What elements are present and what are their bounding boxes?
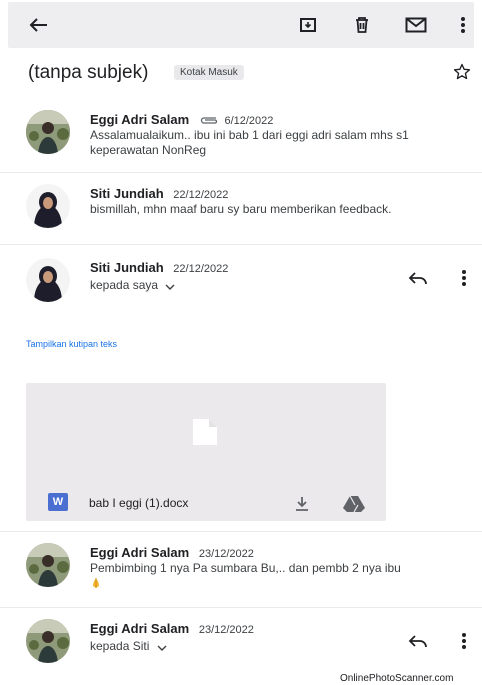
message-date: 23/12/2022 xyxy=(198,624,254,636)
sender-name: Eggi Adri Salam xyxy=(90,621,190,636)
show-quoted-text-link[interactable]: Tampilkan kutipan teks xyxy=(26,339,117,349)
thread-subject: (tanpa subjek) xyxy=(28,62,149,83)
message-expanded-header[interactable]: Eggi Adri Salam 23/12/2022 kepada Siti xyxy=(0,617,482,667)
message-expanded-header[interactable]: Siti Jundiah 22/12/2022 kepada saya xyxy=(0,254,482,304)
more-vert-icon[interactable] xyxy=(454,2,472,48)
message-collapsed[interactable]: Eggi Adri Salam 6/12/2022 Assalamualaiku… xyxy=(0,106,482,170)
mark-unread-icon[interactable] xyxy=(399,2,433,48)
message-collapsed[interactable]: Siti Jundiah 22/12/2022 bismillah, mhn m… xyxy=(0,180,482,236)
attachment-filename: bab I eggi (1).docx xyxy=(89,496,189,510)
message-date: 6/12/2022 xyxy=(224,115,274,127)
sender-name: Siti Jundiah xyxy=(90,186,164,201)
top-app-bar xyxy=(8,2,474,48)
message-snippet: Pembimbing 1 nya Pa sumbara Bu,.. dan pe… xyxy=(90,561,401,575)
recipient-details-toggle[interactable]: kepada Siti xyxy=(90,639,167,654)
sender-name: Eggi Adri Salam xyxy=(90,112,190,127)
avatar xyxy=(26,543,70,587)
delete-icon[interactable] xyxy=(347,2,377,48)
inbox-label-chip[interactable]: Kotak Masuk xyxy=(174,65,244,80)
message-snippet: bismillah, mhn maaf baru sy baru memberi… xyxy=(90,202,392,216)
chevron-down-icon xyxy=(165,279,175,293)
file-preview-icon xyxy=(191,419,219,450)
avatar xyxy=(26,184,70,228)
attachment-bar: W bab I eggi (1).docx xyxy=(26,487,386,521)
reply-icon[interactable] xyxy=(406,629,430,653)
recipient-line: kepada Siti xyxy=(90,639,150,653)
recipient-details-toggle[interactable]: kepada saya xyxy=(90,278,175,293)
reply-icon[interactable] xyxy=(406,266,430,290)
message-more-icon[interactable] xyxy=(452,629,476,653)
attachment-card[interactable]: W bab I eggi (1).docx xyxy=(26,383,386,521)
praying-hands-emoji-icon xyxy=(90,577,102,589)
message-more-icon[interactable] xyxy=(452,266,476,290)
message-date: 22/12/2022 xyxy=(173,189,229,201)
download-icon[interactable] xyxy=(290,492,314,516)
divider xyxy=(0,172,482,173)
avatar xyxy=(26,619,70,663)
message-snippet: Assalamualaikum.. ibu ini bab 1 dari egg… xyxy=(90,128,409,157)
divider xyxy=(0,607,482,608)
sender-name: Siti Jundiah xyxy=(90,260,164,275)
paperclip-icon xyxy=(199,113,219,128)
divider xyxy=(0,531,482,532)
message-date: 23/12/2022 xyxy=(198,548,254,560)
divider xyxy=(0,244,482,245)
message-collapsed[interactable]: Eggi Adri Salam 23/12/2022 Pembimbing 1 … xyxy=(0,539,482,601)
watermark: OnlinePhotoScanner.com xyxy=(340,673,454,684)
chevron-down-icon xyxy=(157,640,167,654)
archive-icon[interactable] xyxy=(293,2,323,48)
subject-row: (tanpa subjek) Kotak Masuk xyxy=(0,54,482,94)
avatar xyxy=(26,110,70,154)
star-icon[interactable] xyxy=(450,60,474,84)
save-to-drive-icon[interactable] xyxy=(342,492,366,516)
message-date: 22/12/2022 xyxy=(173,263,229,275)
recipient-line: kepada saya xyxy=(90,278,159,292)
avatar xyxy=(26,258,70,302)
word-file-icon: W xyxy=(48,493,68,511)
sender-name: Eggi Adri Salam xyxy=(90,545,190,560)
back-arrow-icon[interactable] xyxy=(24,2,54,48)
